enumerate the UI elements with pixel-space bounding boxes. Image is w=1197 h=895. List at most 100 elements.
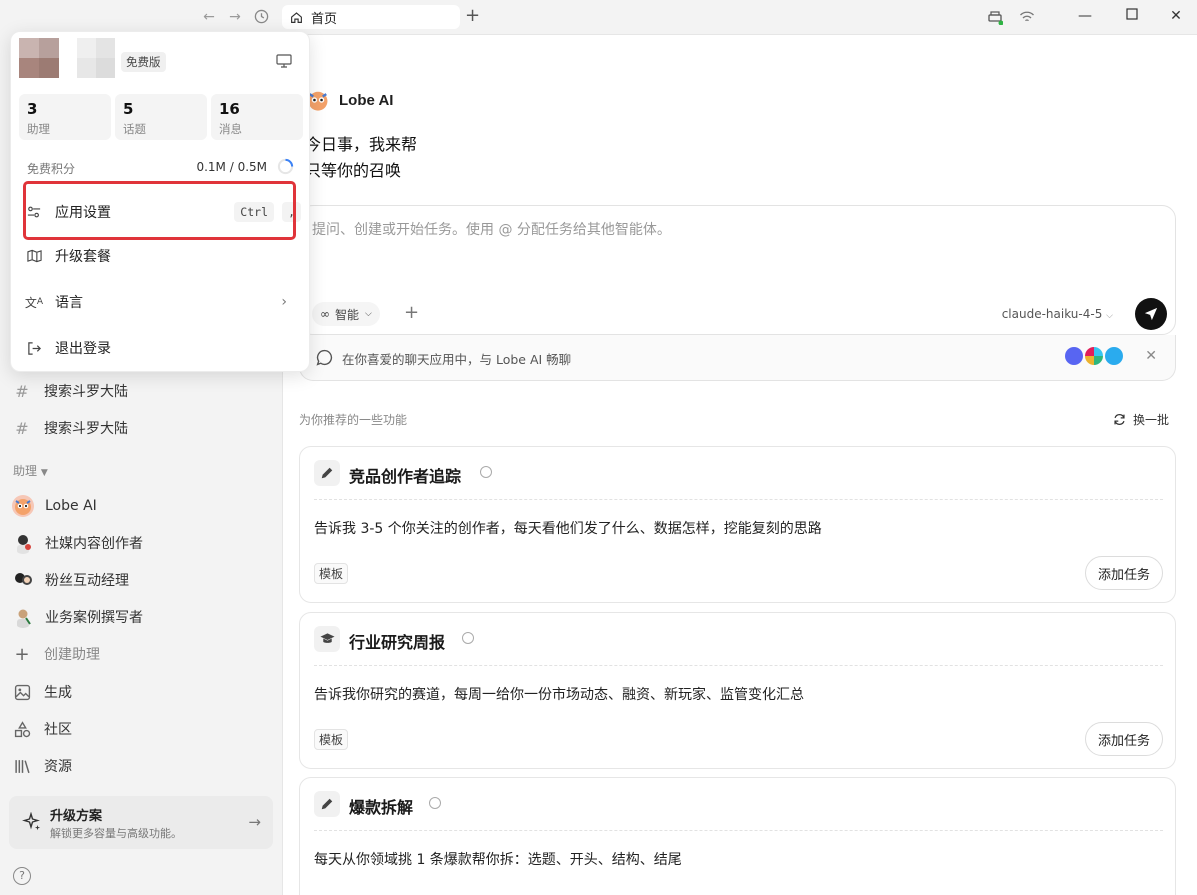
main-panel: Lobe AI 今日事，我来帮 只等你的召唤 提问、创建或开始任务。使用 @ 分… xyxy=(282,34,1197,895)
sidebar-item-label: 资源 xyxy=(44,759,72,775)
printer-status-icon[interactable] xyxy=(987,9,1004,26)
stat-topics: 5 话题 xyxy=(115,94,207,140)
sidebar-item-social-creator[interactable]: 社媒内容创作者 xyxy=(12,528,143,558)
mode-selector[interactable]: ∞ 智能 ⌵ xyxy=(312,302,380,326)
agent-header: Lobe AI xyxy=(305,87,393,113)
chat-input-placeholder[interactable]: 提问、创建或开始任务。使用 @ 分配任务给其他智能体。 xyxy=(312,219,671,239)
create-assistant-button[interactable]: + 创建助理 xyxy=(12,639,100,669)
usage-ring-icon xyxy=(277,158,294,175)
avatar xyxy=(12,532,34,554)
menu-item-label: 退出登录 xyxy=(55,341,111,357)
task-card[interactable]: 行业研究周报 告诉我你研究的赛道，每周一给你一份市场动态、融资、新玩家、监管变化… xyxy=(299,612,1176,769)
template-tag: 模板 xyxy=(314,563,349,584)
clock-icon xyxy=(462,632,474,644)
logout-menu-item[interactable]: 退出登录 xyxy=(25,330,297,366)
chat-banner-text: 在你喜爱的聊天应用中，与 Lobe AI 畅聊 xyxy=(342,352,572,367)
task-card[interactable]: 竞品创作者追踪 告诉我 3-5 个你关注的创作者，每天看他们发了什么、数据怎样，… xyxy=(299,446,1176,603)
history-icon[interactable] xyxy=(253,9,269,25)
back-icon[interactable]: ← xyxy=(201,9,217,25)
forward-icon[interactable]: → xyxy=(227,9,243,25)
task-description: 告诉我 3-5 个你关注的创作者，每天看他们发了什么、数据怎样，挖能复刻的思路 xyxy=(314,521,822,537)
upgrade-plan-menu-item[interactable]: 升级套餐 xyxy=(25,238,297,274)
upgrade-subtitle: 解锁更多容量与高级功能。 xyxy=(50,827,182,840)
topic-item[interactable]: # 搜索斗罗大陆 xyxy=(12,376,128,406)
library-icon xyxy=(12,756,32,776)
chevron-right-icon: › xyxy=(281,294,287,310)
sidebar-item-case-writer[interactable]: 业务案例撰写者 xyxy=(12,602,143,632)
menu-item-label: 语言 xyxy=(55,295,83,311)
plus-icon: + xyxy=(14,643,30,665)
refresh-button[interactable]: 换一批 xyxy=(1113,411,1169,428)
clock-icon xyxy=(429,797,441,809)
minimize-icon[interactable]: — xyxy=(1077,8,1093,24)
pencil-icon xyxy=(314,791,340,817)
new-tab-button[interactable]: + xyxy=(465,6,480,26)
greeting-line1: 今日事，我来帮 xyxy=(305,135,418,154)
shapes-icon xyxy=(12,719,32,739)
task-card[interactable]: 爆款拆解 每天从你领域挑 1 条爆款帮你拆：选题、开头、结构、结尾 xyxy=(299,777,1176,895)
monitor-icon[interactable] xyxy=(276,54,292,68)
stat-assistants: 3 助理 xyxy=(19,94,111,140)
create-assistant-label: 创建助理 xyxy=(44,647,100,663)
avatar xyxy=(12,495,34,517)
assistant-label: 业务案例撰写者 xyxy=(45,610,143,626)
chat-input-box[interactable]: 提问、创建或开始任务。使用 @ 分配任务给其他智能体。 ∞ 智能 ⌵ + cla… xyxy=(299,205,1176,335)
help-icon[interactable]: ? xyxy=(13,867,31,885)
image-icon xyxy=(12,682,32,702)
recommend-label: 为你推荐的一些功能 xyxy=(299,413,408,427)
sidebar-item-label: 生成 xyxy=(44,685,72,701)
send-button[interactable] xyxy=(1135,298,1167,330)
sidebar-item-lobe-ai[interactable]: Lobe AI xyxy=(12,491,97,521)
hash-icon: # xyxy=(15,418,29,438)
task-title: 竞品创作者追踪 xyxy=(349,467,462,486)
divider xyxy=(314,499,1163,500)
refresh-icon xyxy=(1114,414,1125,425)
assistants-section-label[interactable]: 助理 ▼ xyxy=(13,462,48,479)
divider xyxy=(314,665,1163,666)
sidebar-item-fan-manager[interactable]: 粉丝互动经理 xyxy=(12,565,129,595)
user-menu-popup: 免费版 3 助理 5 话题 16 消息 免费积分 0.1M / 0.5M 应用设… xyxy=(10,31,310,372)
add-task-button[interactable]: 添加任务 xyxy=(1084,556,1163,590)
close-window-icon[interactable]: ✕ xyxy=(1168,8,1184,24)
send-icon xyxy=(1144,307,1158,321)
assistant-label: 社媒内容创作者 xyxy=(45,536,143,552)
mode-label: 智能 xyxy=(335,307,360,322)
arrow-right-icon: → xyxy=(248,813,261,831)
map-icon xyxy=(25,247,43,265)
divider xyxy=(314,830,1163,831)
upgrade-plan-card[interactable]: 升级方案 解锁更多容量与高级功能。 → xyxy=(9,796,273,849)
user-avatar[interactable] xyxy=(19,38,59,78)
tab-home[interactable]: 首页 xyxy=(282,5,460,29)
add-task-button[interactable]: 添加任务 xyxy=(1084,722,1163,756)
chat-apps-banner[interactable]: 在你喜爱的聊天应用中，与 Lobe AI 畅聊 ✕ xyxy=(299,335,1176,381)
topic-item[interactable]: # 搜索斗罗大陆 xyxy=(12,413,128,443)
discord-icon xyxy=(1065,347,1083,365)
add-attachment-button[interactable]: + xyxy=(404,302,419,323)
sidebar-item-generate[interactable]: 生成 xyxy=(12,677,72,707)
close-icon[interactable]: ✕ xyxy=(1145,348,1157,364)
chevron-down-icon: ⌵ xyxy=(365,309,372,319)
chat-bubble-icon xyxy=(316,349,333,366)
greeting-line2: 只等你的召唤 xyxy=(305,161,402,180)
sidebar-item-resources[interactable]: 资源 xyxy=(12,751,72,781)
sidebar-item-label: 社区 xyxy=(44,722,72,738)
credits-label: 免费积分 xyxy=(27,162,76,176)
chat-app-icons xyxy=(1065,347,1123,365)
language-menu-item[interactable]: 文A 语言 › xyxy=(25,284,297,320)
sidebar-item-community[interactable]: 社区 xyxy=(12,714,72,744)
topic-label: 搜索斗罗大陆 xyxy=(44,421,128,437)
wifi-icon[interactable] xyxy=(1019,9,1035,25)
telegram-icon xyxy=(1105,347,1123,365)
translate-icon: 文A xyxy=(24,295,44,310)
upgrade-title: 升级方案 xyxy=(50,809,103,824)
infinity-icon: ∞ xyxy=(320,307,330,321)
assistant-label: 粉丝互动经理 xyxy=(45,573,129,589)
slack-icon xyxy=(1085,347,1103,365)
maximize-icon[interactable] xyxy=(1124,8,1140,24)
avatar xyxy=(12,569,34,591)
user-name-blurred xyxy=(77,38,115,78)
model-selector[interactable]: claude-haiku-4-5 ⌵ xyxy=(1002,307,1113,321)
avatar xyxy=(12,606,34,628)
menu-item-label: 升级套餐 xyxy=(55,249,111,265)
hash-icon: # xyxy=(15,381,29,401)
